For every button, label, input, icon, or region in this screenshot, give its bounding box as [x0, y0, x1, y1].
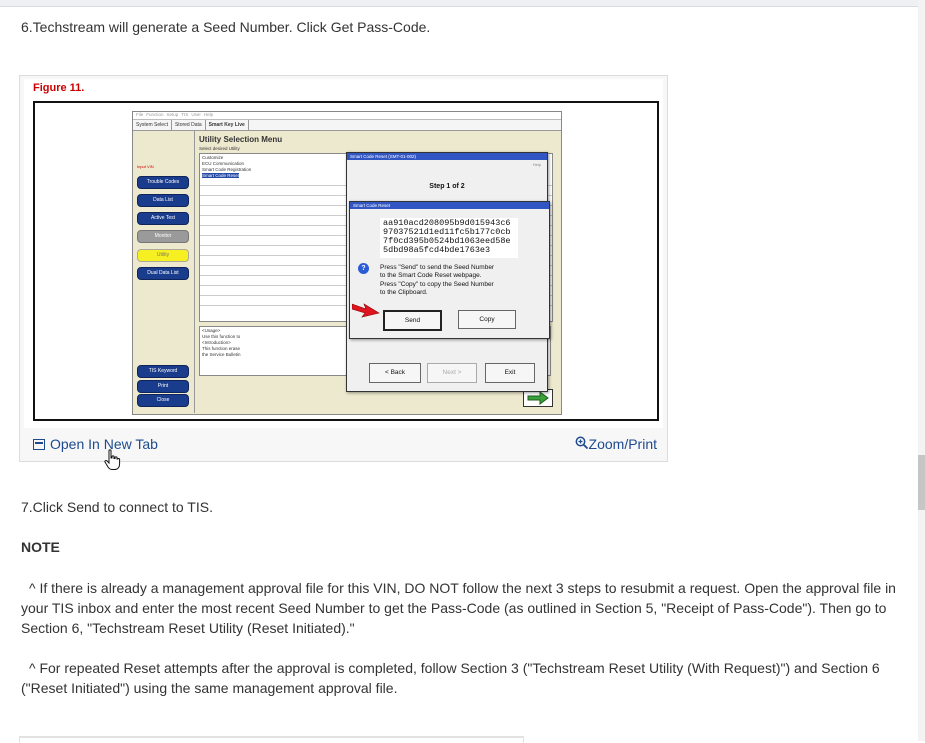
side-panel: Input VIN Trouble Codes Data List Active… [133, 131, 191, 413]
step-7-text: 7.Click Send to connect to TIS. [21, 499, 213, 515]
instruction-line: Press "Send" to send the Seed Number [380, 264, 495, 271]
note-line: Section 6, "Techstream Reset Utility (Re… [21, 620, 355, 636]
figure-frame: File Function Setup TIS User Help System Sele… [33, 101, 659, 421]
smart-code-reset-dialog: Smart Code Reset aa910acd208095b9d015943… [349, 201, 550, 339]
list-item-selected: Smart Code Reset [202, 173, 240, 178]
note-line: ^ If there is already a management appro… [29, 580, 896, 596]
trouble-codes-button: Trouble Codes [137, 176, 189, 189]
hand-cursor-icon [104, 449, 122, 475]
help-link: Help [532, 162, 541, 167]
utility-button: Utility [137, 249, 189, 262]
next-figure-card-edge [19, 736, 524, 743]
list-item: Smart Code Registration [202, 167, 252, 172]
question-icon: ? [358, 263, 369, 274]
menu-setup: Setup [166, 112, 179, 117]
scrollbar-thumb[interactable] [918, 455, 925, 510]
dual-data-list-button: Dual Data List [137, 267, 189, 280]
menu-function: Function [146, 112, 164, 117]
figure-image: Figure 11. File Function Setup TIS User Help … [24, 79, 663, 428]
step-indicator: Step 1 of 2 [429, 183, 465, 190]
print-button: Print [137, 380, 189, 393]
figure-label: Figure 11. [33, 82, 85, 94]
copy-button: Copy [458, 310, 516, 329]
note-line: ("Reset Initiated") using the same manag… [21, 680, 398, 696]
back-button: < Back [369, 363, 421, 383]
note-line: ^ For repeated Reset attempts after the … [29, 660, 880, 676]
instruction-line: to the Clipboard. [380, 289, 428, 296]
instruction-line: to the Smart Code Reset webpage. [380, 272, 482, 279]
open-tab-icon [33, 439, 45, 450]
techstream-screenshot: File Function Setup TIS User Help System Sele… [132, 111, 562, 415]
send-button: Send [383, 310, 442, 331]
tab-row: System Select Stored Data Smart Key Live [133, 120, 561, 131]
tab-system-select: System Select [133, 120, 172, 130]
close-button: Close [137, 394, 189, 407]
input-vin-label: Input VIN [137, 164, 154, 169]
list-item: ECU Communication [202, 161, 245, 166]
menu-tis: TIS [181, 112, 189, 117]
menu-bar: File Function Setup TIS User Help [133, 112, 561, 120]
zoom-print-label: Zoom/Print [588, 436, 657, 452]
open-in-new-tab-link[interactable]: Open In New Tab [33, 435, 158, 453]
figure-card: Figure 11. File Function Setup TIS User Help … [19, 75, 668, 462]
monitor-button: Monitor [137, 230, 189, 243]
utility-title: Utility Selection Menu [199, 135, 283, 144]
utility-subtitle: Select desired Utility [199, 146, 240, 151]
tab-stored-data: Stored Data [172, 120, 206, 130]
data-list-button: Data List [137, 194, 189, 207]
scrollbar-track[interactable] [918, 0, 925, 741]
wizard-title: Smart Code Reset (SMT-01-002) [347, 153, 547, 160]
dialog-title: Smart Code Reset [350, 202, 549, 209]
seed-number-box: aa910acd208095b9d015943c6 97037521d1ed11… [380, 218, 518, 258]
top-bar [0, 0, 918, 7]
red-arrow-icon [351, 301, 380, 319]
exit-button: Exit [485, 363, 535, 383]
list-item: Customize [202, 155, 224, 160]
seed-line: 5dbd98a5fcd4bde1763e3 [383, 245, 491, 255]
tab-smart-key-live: Smart Key Live [206, 120, 249, 130]
menu-help: Help [203, 112, 214, 117]
note-line: your TIS inbox and enter the most recent… [21, 600, 887, 616]
zoom-icon [575, 436, 588, 450]
menu-file: File [136, 112, 144, 117]
active-test-button: Active Test [137, 212, 189, 225]
instruction-line: Press "Copy" to copy the Seed Number [380, 281, 494, 288]
next-button: Next > [427, 363, 477, 383]
menu-user: User [191, 112, 201, 117]
note-heading: NOTE [21, 539, 60, 555]
tis-keyword-button: TIS Keyword [137, 365, 189, 378]
zoom-print-link[interactable]: Zoom/Print [575, 435, 657, 453]
step-6-text: 6.Techstream will generate a Seed Number… [21, 19, 431, 35]
